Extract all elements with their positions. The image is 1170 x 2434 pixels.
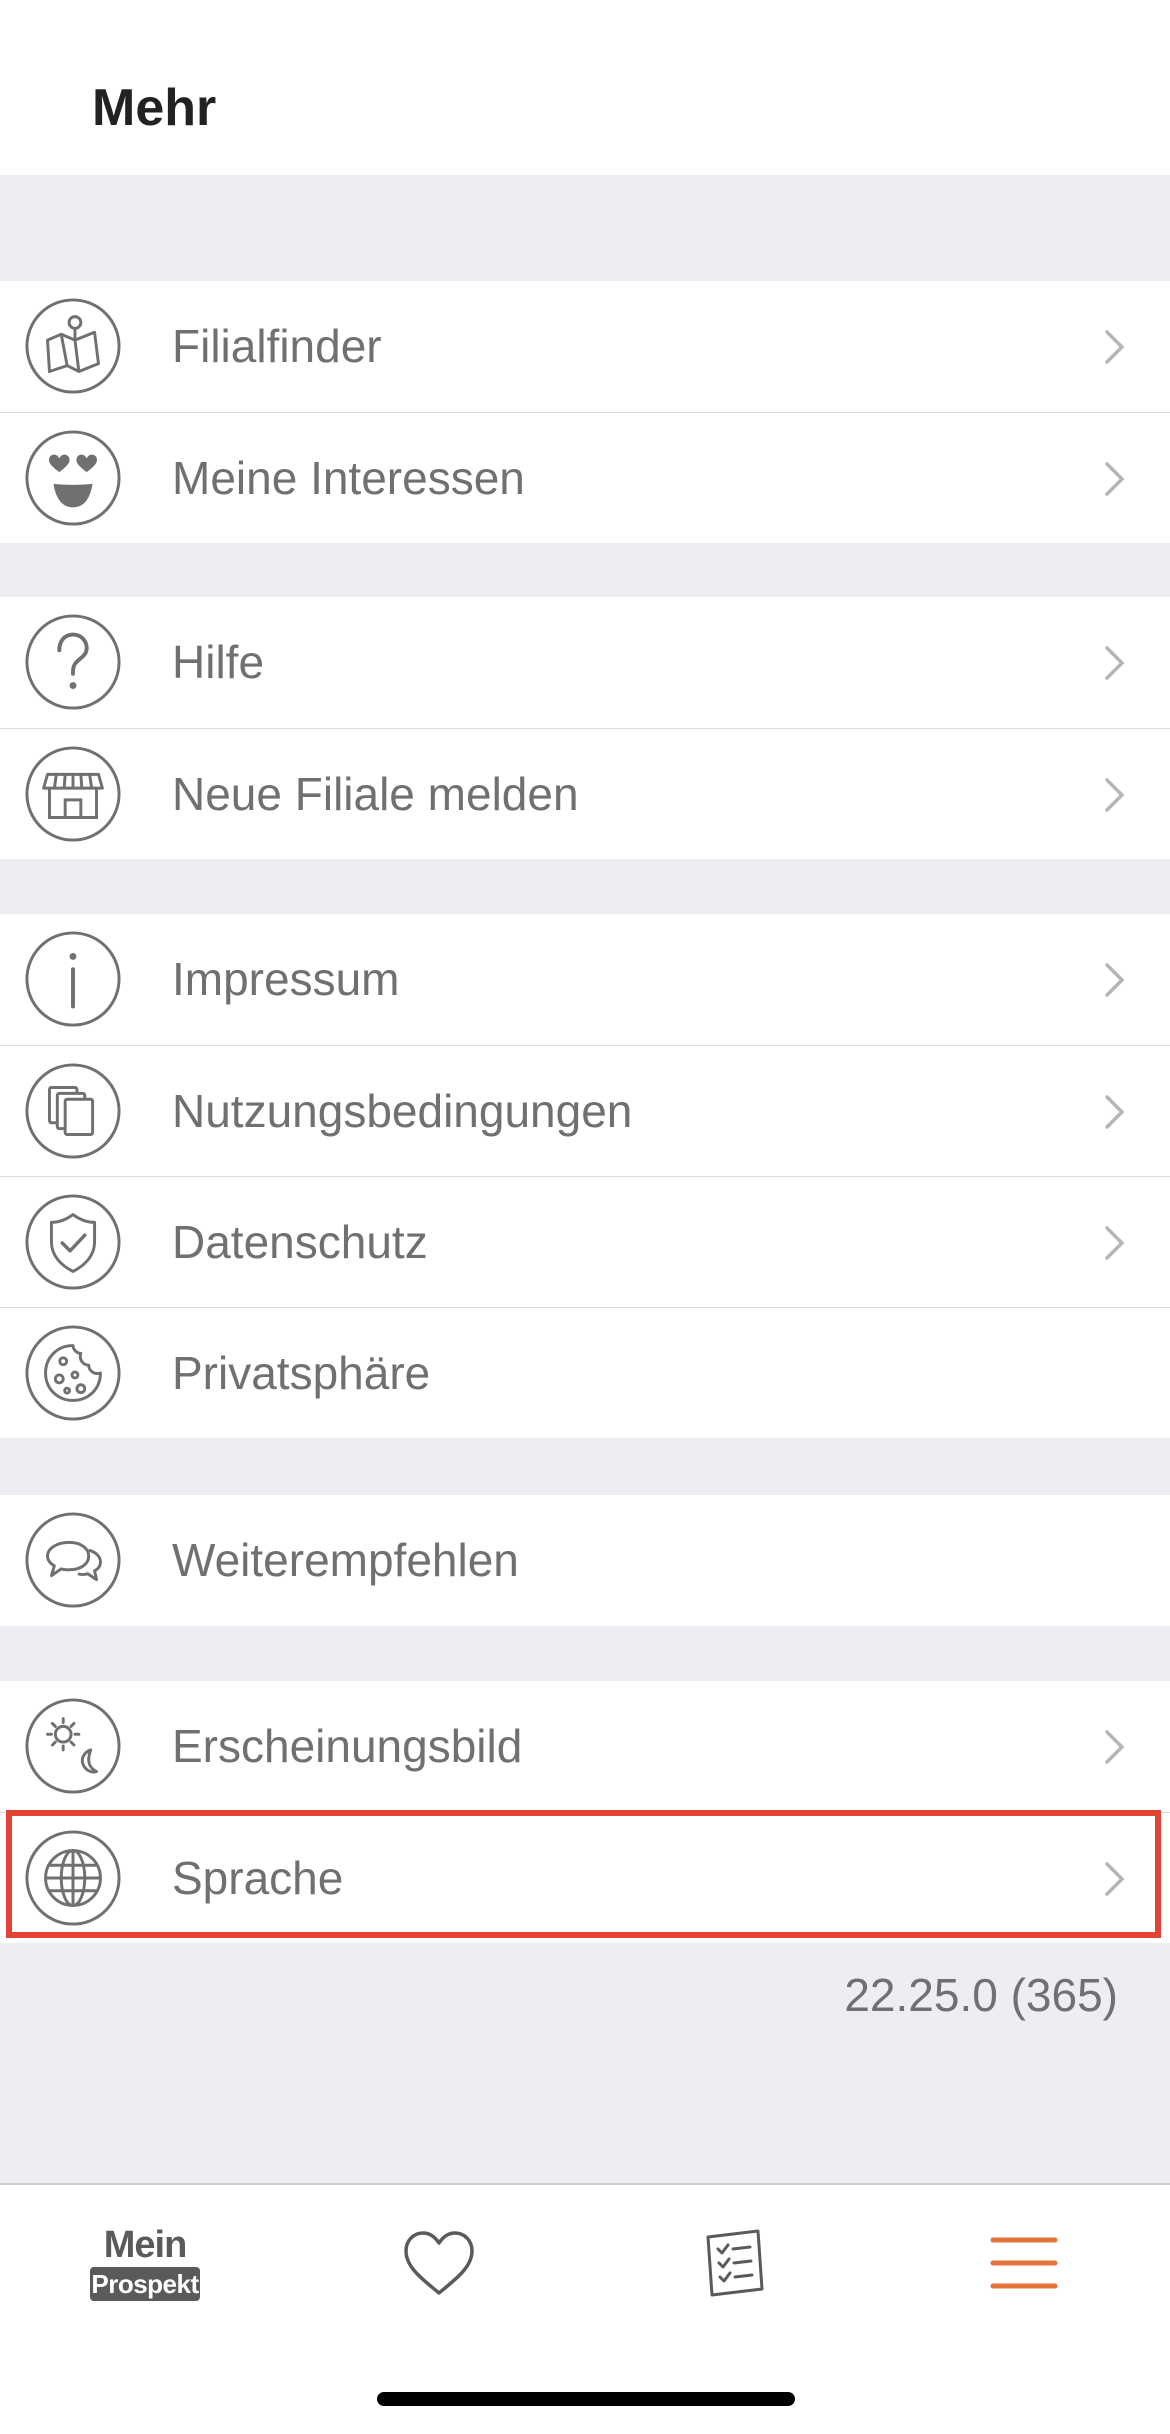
chevron-right-icon: [1104, 1729, 1126, 1765]
menu-item-privatsphaere[interactable]: Privatsphäre: [0, 1307, 1170, 1438]
tab-shopping-list[interactable]: [700, 2227, 766, 2299]
menu-item-sprache[interactable]: Sprache: [0, 1812, 1170, 1943]
menu-item-weiterempfehlen[interactable]: Weiterempfehlen: [0, 1495, 1170, 1626]
globe-icon: [24, 1829, 122, 1927]
menu-item-label: Privatsphäre: [172, 1347, 431, 1399]
menu-group-1: Filialfinder Meine Interessen: [0, 281, 1170, 543]
menu-item-label: Impressum: [172, 953, 400, 1005]
menu-item-hilfe[interactable]: Hilfe: [0, 597, 1170, 728]
menu-group-5: Erscheinungsbild Sprache: [0, 1681, 1170, 1943]
chevron-right-icon: [1104, 645, 1126, 681]
home-indicator: [377, 2392, 795, 2406]
chat-bubbles-icon: [24, 1511, 122, 1609]
chevron-right-icon: [1104, 962, 1126, 998]
tab-more[interactable]: [990, 2235, 1058, 2291]
menu-item-label: Sprache: [172, 1852, 344, 1904]
info-icon: [24, 930, 122, 1028]
menu-item-label: Nutzungsbedingungen: [172, 1085, 633, 1137]
header: Mehr: [0, 0, 1170, 175]
menu-item-label: Erscheinungsbild: [172, 1720, 523, 1772]
sun-moon-icon: [24, 1697, 122, 1795]
menu-group-2: Hilfe Neue Filiale melden: [0, 597, 1170, 859]
menu-group-4: Weiterempfehlen: [0, 1495, 1170, 1626]
documents-icon: [24, 1062, 122, 1160]
chevron-right-icon: [1104, 1094, 1126, 1130]
page-title: Mehr: [92, 79, 217, 137]
tab-mein-prospekt[interactable]: Mein Prospekt: [90, 2225, 200, 2301]
heart-icon: [404, 2231, 474, 2295]
menu-item-impressum[interactable]: Impressum: [0, 914, 1170, 1045]
menu-item-neue-filiale-melden[interactable]: Neue Filiale melden: [0, 728, 1170, 859]
menu-item-erscheinungsbild[interactable]: Erscheinungsbild: [0, 1681, 1170, 1812]
shield-check-icon: [24, 1193, 122, 1291]
menu-item-label: Neue Filiale melden: [172, 768, 579, 820]
logo-text-top: Mein: [103, 2224, 188, 2266]
menu-item-filialfinder[interactable]: Filialfinder: [0, 281, 1170, 412]
checklist-icon: [706, 2229, 764, 2297]
chevron-right-icon: [1104, 461, 1126, 497]
chevron-right-icon: [1104, 777, 1126, 813]
map-pin-icon: [24, 297, 122, 395]
menu-group-3: Impressum Nutzungsbedingungen Datenschut…: [0, 914, 1170, 1438]
menu-item-label: Filialfinder: [172, 320, 382, 372]
app-version: 22.25.0 (365): [844, 1969, 1118, 2021]
logo-text-bottom: Prospekt: [90, 2267, 200, 2301]
chevron-right-icon: [1104, 1861, 1126, 1897]
tab-favorites[interactable]: [402, 2229, 476, 2299]
menu-item-nutzungsbedingungen[interactable]: Nutzungsbedingungen: [0, 1045, 1170, 1176]
cookie-icon: [24, 1324, 122, 1422]
store-icon: [24, 745, 122, 843]
menu-item-meine-interessen[interactable]: Meine Interessen: [0, 412, 1170, 543]
menu-item-label: Meine Interessen: [172, 452, 525, 504]
menu-item-datenschutz[interactable]: Datenschutz: [0, 1176, 1170, 1307]
chevron-right-icon: [1104, 329, 1126, 365]
question-mark-icon: [24, 613, 122, 711]
menu-item-label: Datenschutz: [172, 1216, 428, 1268]
menu-item-label: Hilfe: [172, 636, 265, 688]
heart-eyes-emoji-icon: [24, 429, 122, 527]
hamburger-menu-icon: [990, 2237, 1058, 2289]
chevron-right-icon: [1104, 1225, 1126, 1261]
tab-bar: Mein Prospekt: [0, 2183, 1170, 2434]
menu-item-label: Weiterempfehlen: [172, 1534, 519, 1586]
